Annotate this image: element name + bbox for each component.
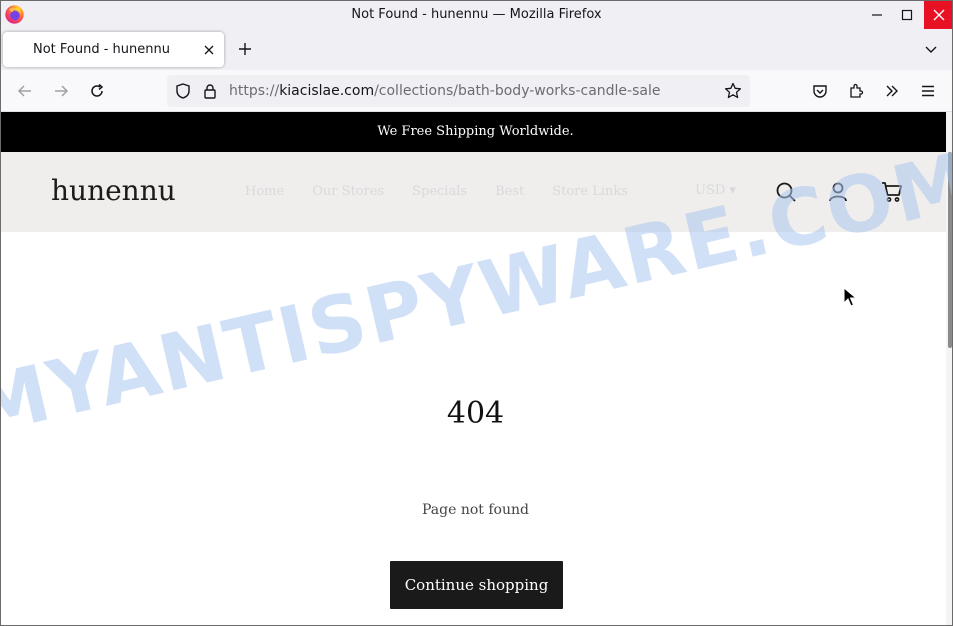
search-icon[interactable] — [774, 180, 798, 204]
reload-button[interactable] — [85, 79, 109, 103]
site-header: hunennu Home Our Stores Specials Best St… — [1, 152, 950, 232]
url-host: kiacislae.com — [279, 83, 375, 99]
cart-icon[interactable] — [880, 180, 904, 204]
site-nav: Home Our Stores Specials Best Store Link… — [245, 184, 656, 199]
window-titlebar: Not Found - hunennu — Mozilla Firefox — [0, 0, 953, 29]
page-content: We Free Shipping Worldwide. hunennu Home… — [1, 112, 950, 626]
minimize-button[interactable] — [862, 0, 892, 29]
extensions-button[interactable] — [844, 79, 868, 103]
url-text[interactable]: https://kiacislae.com/collections/bath-b… — [229, 83, 660, 99]
site-logo[interactable]: hunennu — [51, 174, 176, 207]
arrow-right-icon — [55, 85, 69, 97]
account-icon[interactable] — [826, 180, 850, 204]
puzzle-piece-icon — [850, 83, 864, 98]
pocket-button[interactable] — [808, 79, 832, 103]
bookmark-star-icon[interactable] — [724, 82, 742, 100]
new-tab-button[interactable] — [234, 38, 256, 60]
more-tools-button[interactable] — [880, 79, 904, 103]
mouse-pointer-icon — [843, 287, 857, 307]
nav-item-best[interactable]: Best — [495, 184, 524, 199]
nav-item-home[interactable]: Home — [245, 184, 284, 199]
arrow-left-icon — [17, 85, 31, 97]
announcement-bar: We Free Shipping Worldwide. — [1, 112, 950, 152]
url-bar[interactable]: https://kiacislae.com/collections/bath-b… — [167, 75, 750, 107]
plus-icon — [239, 43, 251, 55]
window-title: Not Found - hunennu — Mozilla Firefox — [351, 7, 602, 22]
tab-not-found[interactable]: Not Found - hunennu — [3, 32, 224, 67]
nav-item-our-stores[interactable]: Our Stores — [312, 184, 384, 199]
maximize-button[interactable] — [892, 0, 922, 29]
chevron-down-icon — [925, 46, 937, 53]
list-all-tabs-button[interactable] — [920, 38, 942, 60]
forward-button[interactable] — [49, 79, 73, 103]
back-button[interactable] — [13, 79, 37, 103]
close-icon — [933, 9, 944, 20]
close-icon — [204, 45, 214, 55]
url-scheme: https:// — [229, 83, 280, 99]
nav-item-specials[interactable]: Specials — [412, 184, 467, 199]
maximize-icon — [901, 9, 913, 20]
nav-item-store-links[interactable]: Store Links — [552, 184, 628, 199]
lock-icon[interactable] — [203, 83, 217, 99]
hamburger-menu-icon — [922, 85, 934, 97]
close-window-button[interactable] — [924, 0, 953, 29]
tab-label: Not Found - hunennu — [33, 42, 170, 57]
navigation-toolbar: https://kiacislae.com/collections/bath-b… — [0, 70, 953, 112]
app-menu-button[interactable] — [916, 79, 940, 103]
tab-strip: Not Found - hunennu — [0, 29, 953, 70]
tracking-protection-shield-icon[interactable] — [175, 83, 191, 99]
minimize-icon — [872, 13, 882, 16]
reload-icon — [91, 83, 104, 97]
page-scrollbar-thumb[interactable] — [948, 152, 952, 348]
pocket-icon — [813, 85, 827, 98]
double-chevron-right-icon — [886, 85, 898, 97]
error-message: Page not found — [422, 502, 529, 518]
error-code: 404 — [446, 396, 505, 431]
url-path: /collections/bath-body-works-candle-sale — [374, 83, 661, 99]
tab-close-button[interactable] — [200, 41, 218, 59]
currency-selector[interactable]: USD ▾ — [695, 183, 736, 198]
continue-shopping-button[interactable]: Continue shopping — [390, 561, 563, 609]
